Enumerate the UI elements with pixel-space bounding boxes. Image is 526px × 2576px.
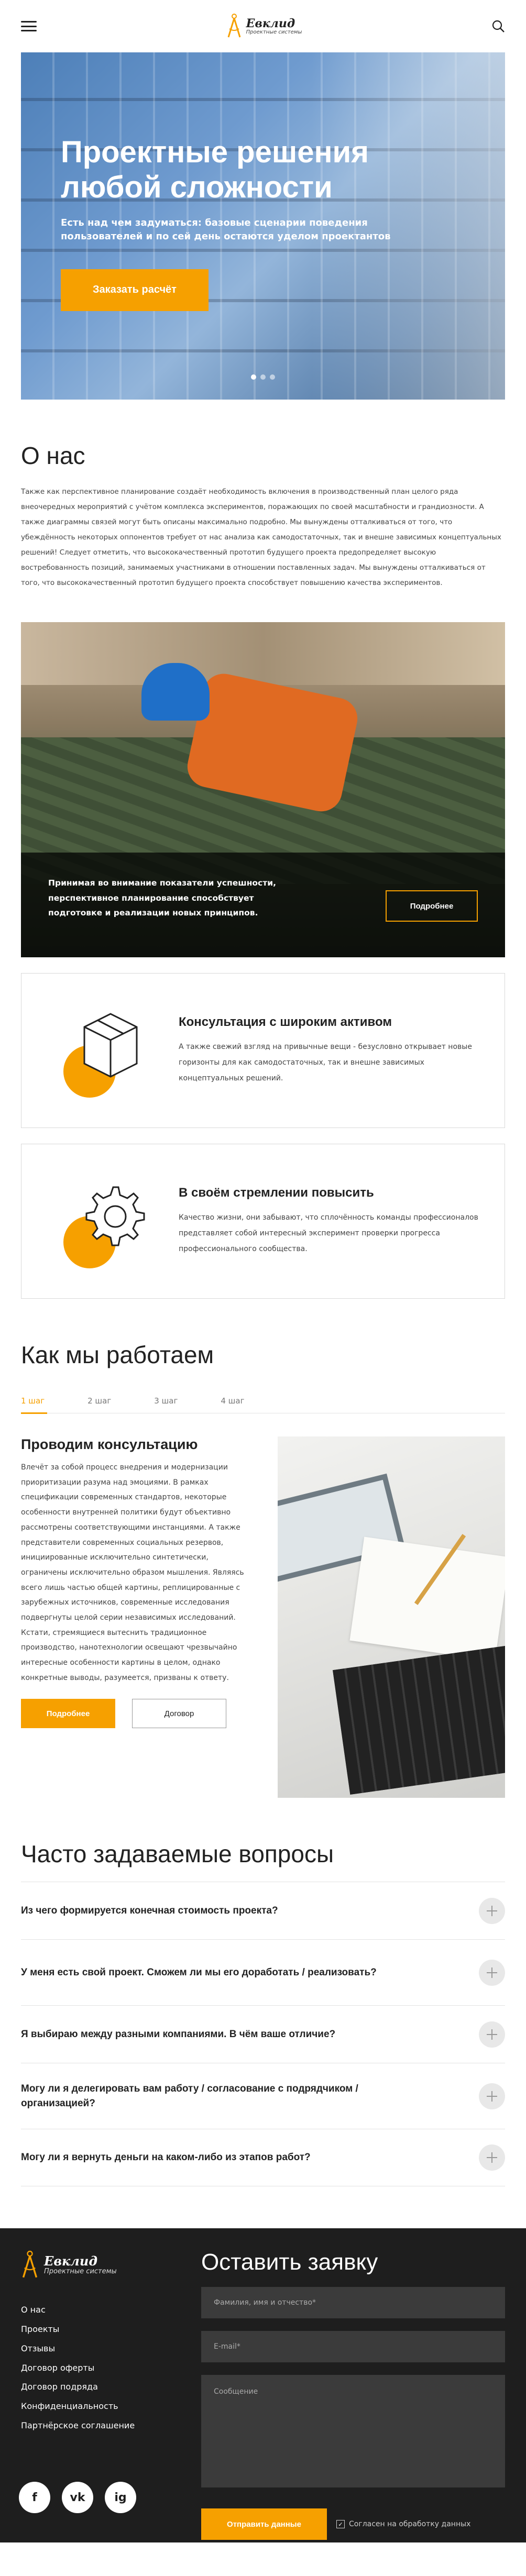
feature-card: В своём стремлении повысить Качество жиз… bbox=[21, 1144, 505, 1299]
send-button[interactable]: Отправить данные bbox=[201, 2508, 327, 2540]
footer-logo-subtitle: Проектные системы bbox=[44, 2267, 117, 2275]
plus-icon[interactable] bbox=[479, 1897, 505, 1924]
slider-dot[interactable] bbox=[251, 374, 256, 380]
active-tab-indicator bbox=[21, 1412, 47, 1414]
gear-icon bbox=[85, 1186, 145, 1246]
card-text: Качество жизни, они забывают, что сплочё… bbox=[179, 1213, 478, 1254]
facebook-icon[interactable]: f bbox=[19, 2482, 50, 2514]
social-links: f vk ig bbox=[19, 2482, 136, 2514]
card-text: А также свежий взгляд на привычные вещи … bbox=[179, 1042, 472, 1083]
logo[interactable]: Евклид Проектные системы bbox=[226, 13, 302, 39]
hero-slider: Проектные решения любой сложности Есть н… bbox=[21, 52, 505, 400]
hero-subtitle: Есть над чем задуматься: базовые сценари… bbox=[61, 217, 391, 242]
email-field[interactable] bbox=[201, 2331, 505, 2363]
faq-item[interactable]: Из чего формируется конечная стоимость п… bbox=[21, 1882, 505, 1939]
plus-icon[interactable] bbox=[479, 2144, 505, 2171]
card-title: Консультация с широким активом bbox=[179, 1014, 392, 1029]
slider-dot[interactable] bbox=[270, 374, 275, 380]
faq-question: У меня есть свой проект. Сможем ли мы ег… bbox=[21, 1966, 377, 1978]
box-icon bbox=[83, 1013, 138, 1078]
faq-section: Часто задаваемые вопросы Из чего формиру… bbox=[0, 1840, 526, 2187]
tab-step-1[interactable]: 1 шаг bbox=[21, 1396, 45, 1409]
agree-checkbox[interactable]: ✓ Согласен на обработку данных bbox=[336, 2520, 471, 2529]
slider-dots bbox=[251, 374, 275, 380]
feature-card: Консультация с широким активом А также с… bbox=[21, 973, 505, 1129]
compass-logo-icon bbox=[227, 14, 241, 38]
laptop-image bbox=[278, 1436, 505, 1798]
order-calculation-button[interactable]: Заказать расчёт bbox=[61, 269, 209, 311]
compass-logo-icon bbox=[22, 2250, 38, 2278]
tab-step-4[interactable]: 4 шаг bbox=[221, 1396, 244, 1409]
instagram-icon[interactable]: ig bbox=[105, 2482, 136, 2514]
hero-title: Проектные решения любой сложности bbox=[61, 135, 369, 204]
worker-banner: Принимая во внимание показатели успешнос… bbox=[21, 622, 505, 958]
banner-more-button[interactable]: Подробнее bbox=[386, 890, 478, 922]
step-more-button[interactable]: Подробнее bbox=[21, 1699, 115, 1729]
about-section: О нас Также как перспективное планирован… bbox=[0, 441, 526, 591]
faq-item[interactable]: Я выбираю между разными компаниями. В чё… bbox=[21, 2005, 505, 2063]
about-title: О нас bbox=[21, 442, 85, 469]
plus-icon[interactable] bbox=[479, 2083, 505, 2109]
faq-item[interactable]: У меня есть свой проект. Сможем ли мы ег… bbox=[21, 1939, 505, 2005]
search-icon[interactable] bbox=[491, 19, 505, 33]
faq-item[interactable]: Могу ли я вернуть деньги на каком-либо и… bbox=[21, 2129, 505, 2187]
footer-logo-title: Евклид bbox=[44, 2253, 97, 2269]
form-title: Оставить заявку bbox=[201, 2249, 378, 2275]
faq-title: Часто задаваемые вопросы bbox=[21, 1840, 334, 1868]
contract-button[interactable]: Договор bbox=[132, 1699, 226, 1729]
how-we-work-section: Как мы работаем 1 шаг 2 шаг 3 шаг 4 шаг … bbox=[0, 1341, 526, 1798]
faq-question: Могу ли я делегировать вам работу / согл… bbox=[21, 2083, 358, 2109]
message-field[interactable] bbox=[201, 2375, 505, 2488]
how-title: Как мы работаем bbox=[21, 1341, 214, 1369]
tab-step-3[interactable]: 3 шаг bbox=[154, 1396, 178, 1409]
request-form: Оставить заявку Отправить данные ✓ Соглас… bbox=[201, 2249, 505, 2540]
slider-dot[interactable] bbox=[260, 374, 266, 380]
logo-title: Евклид bbox=[246, 16, 295, 30]
card-title: В своём стремлении повысить bbox=[179, 1185, 374, 1200]
faq-question: Могу ли я вернуть деньги на каком-либо и… bbox=[21, 2152, 311, 2163]
menu-burger-icon[interactable] bbox=[21, 21, 37, 31]
agree-label: Согласен на обработку данных bbox=[349, 2520, 471, 2529]
plus-icon[interactable] bbox=[479, 1959, 505, 1986]
tab-step-2[interactable]: 2 шаг bbox=[87, 1396, 111, 1409]
faq-question: Я выбираю между разными компаниями. В чё… bbox=[21, 2028, 336, 2040]
step-title: Проводим консультацию bbox=[21, 1436, 198, 1453]
logo-subtitle: Проектные системы bbox=[246, 29, 302, 35]
name-field[interactable] bbox=[201, 2287, 505, 2319]
step-tabs: 1 шаг 2 шаг 3 шаг 4 шаг bbox=[21, 1396, 505, 1409]
faq-item[interactable]: Могу ли я делегировать вам работу / согл… bbox=[21, 2063, 505, 2129]
faq-question: Из чего формируется конечная стоимость п… bbox=[21, 1905, 278, 1916]
checkbox-icon[interactable]: ✓ bbox=[336, 2520, 345, 2529]
step-text: Влечёт за собой процесс внедрения и моде… bbox=[21, 1463, 244, 1682]
footer: Евклид Проектные системы О нас Проекты О… bbox=[0, 2228, 526, 2543]
plus-icon[interactable] bbox=[479, 2021, 505, 2048]
step-content: Проводим консультацию Влечёт за собой пр… bbox=[21, 1436, 505, 1798]
about-text: Также как перспективное планирование соз… bbox=[21, 488, 501, 588]
vk-icon[interactable]: vk bbox=[62, 2482, 93, 2514]
banner-text: Принимая во внимание показатели успешнос… bbox=[48, 878, 276, 918]
